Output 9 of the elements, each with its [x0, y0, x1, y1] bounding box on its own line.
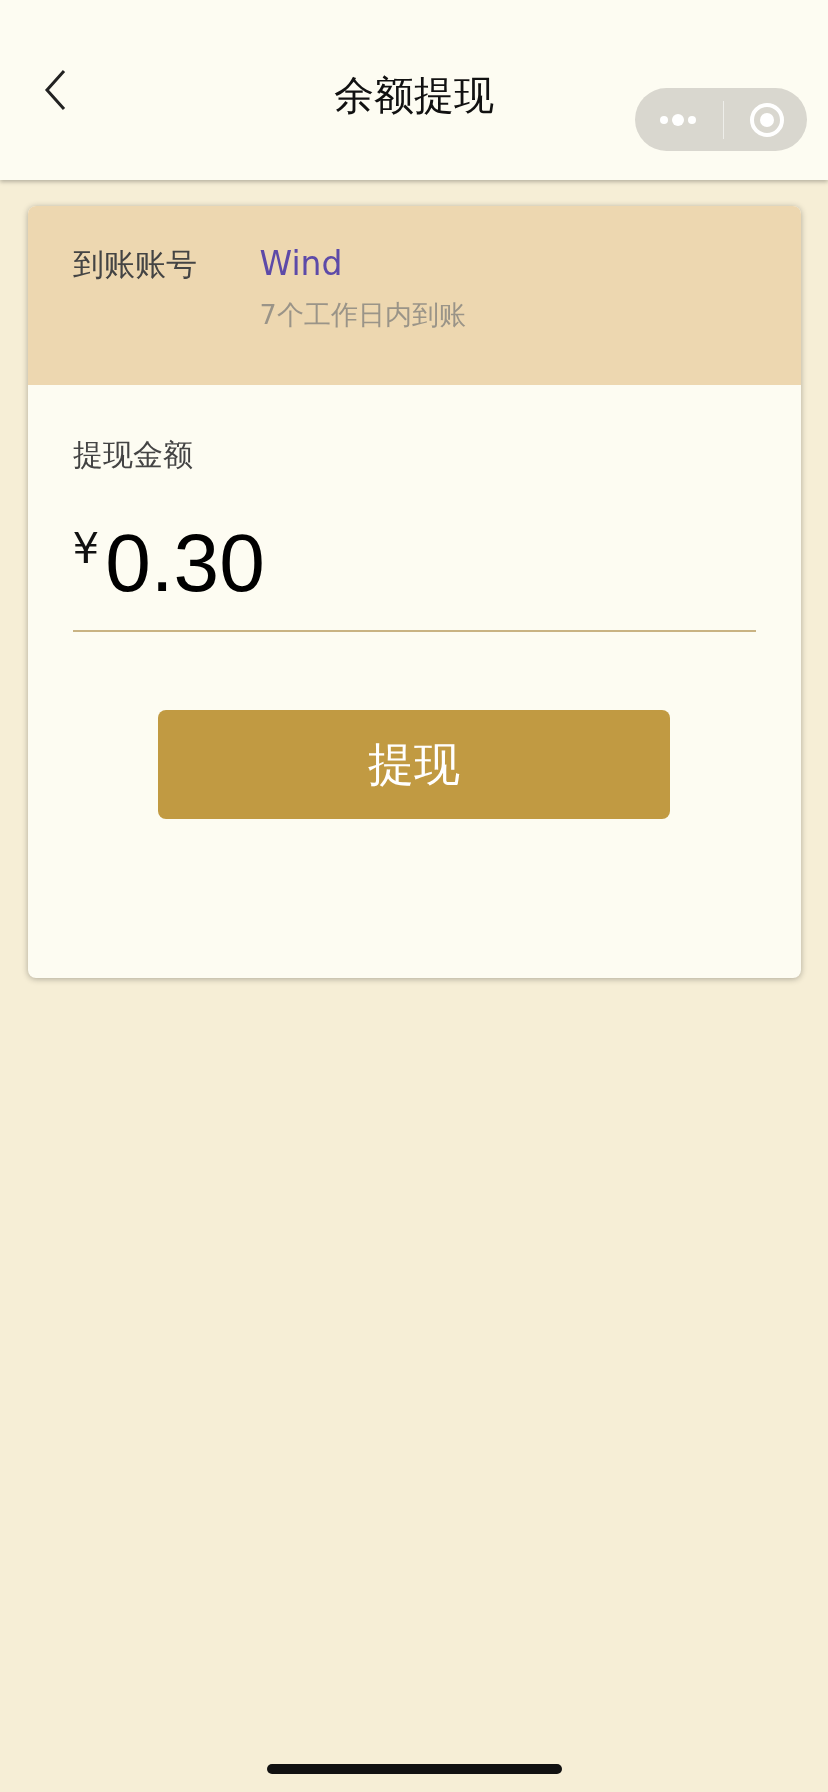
account-name: Wind — [259, 244, 344, 283]
more-icon[interactable] — [657, 112, 698, 127]
account-label: 到账账号 — [72, 245, 198, 284]
currency-symbol: ¥ — [72, 524, 100, 573]
amount-field[interactable]: 0.30 — [105, 516, 306, 610]
arrival-note: 7个工作日内到账 — [259, 298, 466, 332]
back-icon[interactable] — [43, 68, 67, 112]
amount-label: 提现金额 — [72, 436, 194, 474]
page-title: 余额提现 — [334, 70, 494, 120]
